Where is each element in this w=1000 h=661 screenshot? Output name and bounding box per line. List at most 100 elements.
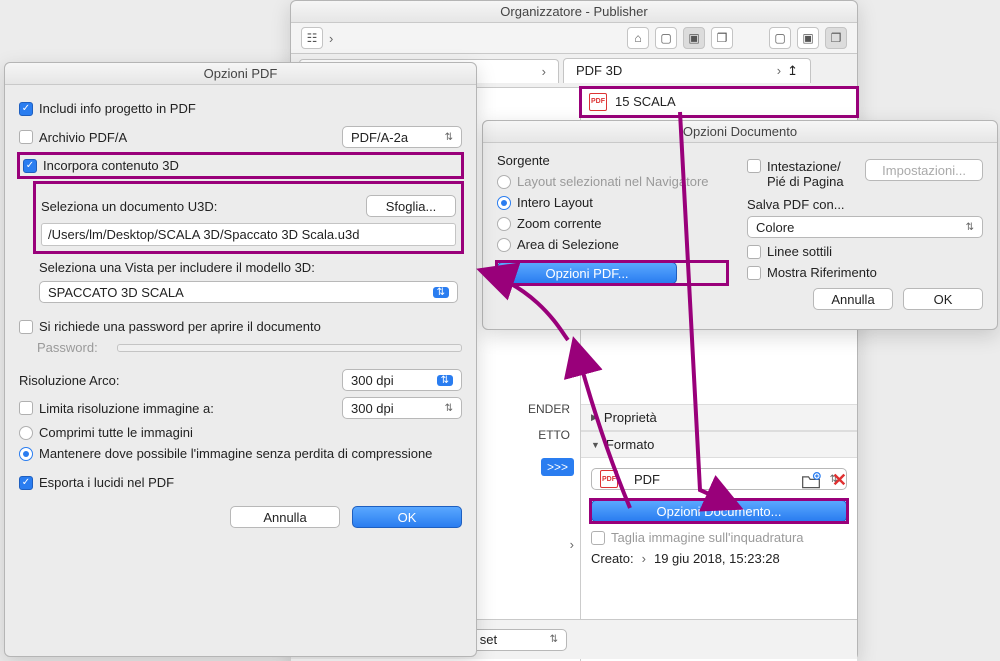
include-project-checkbox[interactable]: ✓ — [19, 102, 33, 116]
header-footer-checkbox[interactable] — [747, 159, 761, 173]
opzpdf-cancel-button[interactable]: Annulla — [230, 506, 340, 528]
select-view-label: Seleziona una Vista per includere il mod… — [39, 260, 458, 275]
settings-button[interactable]: Impostazioni... — [865, 159, 983, 181]
password-req-label: Si richiede una password per aprire il d… — [39, 319, 321, 334]
triangle-right-icon: ▶ — [591, 412, 598, 423]
limit-res-checkbox[interactable] — [19, 401, 33, 415]
chevron-right-icon[interactable]: › — [570, 537, 574, 552]
pdfa-select[interactable]: PDF/A-2a ⇅ — [342, 126, 462, 148]
browse-button[interactable]: Sfoglia... — [366, 195, 456, 217]
opzioni-documento-button[interactable]: Opzioni Documento... — [591, 500, 847, 522]
compress-all-label: Comprimi tutte le immagini — [39, 425, 193, 440]
limit-res-select[interactable]: 300 dpi ⇅ — [342, 397, 462, 419]
thin-lines-label: Linee sottili — [767, 244, 832, 259]
lossless-label: Mantenere dove possibile l'immagine senz… — [39, 446, 432, 461]
chevron-right-icon: › — [642, 551, 646, 566]
password-checkbox[interactable] — [19, 320, 33, 334]
triangle-down-icon: ▼ — [591, 440, 600, 450]
tab-right[interactable]: PDF 3D › ↥ — [563, 58, 811, 83]
updown-caret-icon: ⇅ — [966, 222, 974, 233]
limit-res-value: 300 dpi — [351, 401, 394, 416]
section-properties-label: Proprietà — [604, 410, 657, 425]
tab-right-label: PDF 3D — [576, 63, 622, 79]
stub-row: ENDER — [528, 402, 570, 416]
section-properties[interactable]: ▶ Proprietà — [581, 404, 857, 431]
opzioni-pdf-button[interactable]: Opzioni PDF... — [497, 262, 677, 284]
arc-res-value: 300 dpi — [351, 373, 394, 388]
stub-row-selected[interactable]: >>> — [541, 458, 574, 476]
color-value: Colore — [756, 220, 794, 235]
pdfa-checkbox[interactable] — [19, 130, 33, 144]
page2-icon[interactable]: ▢ — [769, 27, 791, 49]
stub-row: ETTO — [538, 428, 570, 442]
created-value: 19 giu 2018, 15:23:28 — [654, 551, 780, 566]
export-layers-checkbox[interactable]: ✓ — [19, 476, 33, 490]
u3d-path-input[interactable]: /Users/lm/Desktop/SCALA 3D/Spaccato 3D S… — [41, 223, 456, 246]
updown-caret-icon: ⇅ — [437, 375, 453, 386]
organizer-title: Organizzatore - Publisher — [291, 1, 857, 23]
radio-layouts-nav[interactable] — [497, 175, 511, 189]
pdf-item-row[interactable]: PDF 15 SCALA — [581, 88, 857, 116]
tree-mode-icon[interactable]: ☷ — [301, 27, 323, 49]
radio-whole-layout[interactable] — [497, 196, 511, 210]
radio-selection-area[interactable] — [497, 238, 511, 252]
section-format-label: Formato — [606, 437, 654, 452]
up-arrow-icon[interactable]: ↥ — [787, 63, 798, 79]
chevron-right-icon: › — [329, 31, 333, 46]
radio-current-zoom[interactable] — [497, 217, 511, 231]
limit-res-label: Limita risoluzione immagine a: — [39, 401, 214, 416]
password-input[interactable] — [117, 344, 462, 352]
opzpdf-title: Opzioni PDF — [5, 63, 476, 85]
created-label: Creato: — [591, 551, 634, 566]
format-value: PDF — [634, 472, 660, 487]
copies2-icon[interactable]: ❐ — [825, 27, 847, 49]
view-value: SPACCATO 3D SCALA — [48, 285, 184, 300]
new-folder-plus-icon[interactable] — [800, 471, 822, 491]
copies-icon[interactable]: ❐ — [711, 27, 733, 49]
opzpdf-ok-button[interactable]: OK — [352, 506, 462, 528]
radio-lossless[interactable] — [19, 447, 33, 461]
export-layers-label: Esporta i lucidi nel PDF — [39, 475, 174, 490]
opzioni-pdf-window: Opzioni PDF ✓ Includi info progetto in PD… — [4, 62, 477, 657]
pdfa-value: PDF/A-2a — [351, 130, 408, 145]
pdf-item-label: 15 SCALA — [615, 94, 676, 109]
section-format[interactable]: ▼ Formato — [581, 431, 857, 458]
organizer-toolbar: ☷ › ⌂ ▢ ▣ ❐ ▢ ▣ ❐ — [291, 23, 857, 54]
updown-caret-icon: ⇅ — [445, 132, 453, 143]
stack-icon[interactable]: ▣ — [683, 27, 705, 49]
header-footer-label: Intestazione/ Pié di Pagina — [767, 159, 844, 189]
color-select[interactable]: Colore ⇅ — [747, 216, 983, 238]
home-icon[interactable]: ⌂ — [627, 27, 649, 49]
password-label: Password: — [37, 340, 117, 355]
layouts-nav-label: Layout selezionati nel Navigatore — [517, 174, 709, 189]
show-ref-checkbox[interactable] — [747, 266, 761, 280]
opzdoc-cancel-button[interactable]: Annulla — [813, 288, 893, 310]
page-icon[interactable]: ▢ — [655, 27, 677, 49]
view-select[interactable]: SPACCATO 3D SCALA ⇅ — [39, 281, 458, 303]
save-pdf-as-label: Salva PDF con... — [747, 197, 983, 212]
chevron-right-icon: › — [777, 63, 781, 79]
crop-label: Taglia immagine sull'inquadratura — [611, 530, 804, 545]
updown-caret-icon: ⇅ — [550, 634, 558, 645]
pdfa-label: Archivio PDF/A — [39, 130, 127, 145]
opzioni-documento-window: Opzioni Documento Sorgente Layout selezi… — [482, 120, 998, 330]
select-u3d-label: Seleziona un documento U3D: — [41, 199, 217, 214]
include-project-label: Includi info progetto in PDF — [39, 101, 196, 116]
opzdoc-ok-button[interactable]: OK — [903, 288, 983, 310]
stack2-icon[interactable]: ▣ — [797, 27, 819, 49]
pdf-icon: PDF — [589, 93, 607, 111]
embed-3d-checkbox[interactable]: ✓ — [23, 159, 37, 173]
arc-res-label: Risoluzione Arco: — [19, 373, 119, 388]
pdf-icon: PDF — [600, 470, 618, 488]
thin-lines-checkbox[interactable] — [747, 245, 761, 259]
embed-3d-label: Incorpora contenuto 3D — [43, 158, 179, 173]
radio-compress-all[interactable] — [19, 426, 33, 440]
crop-checkbox[interactable] — [591, 531, 605, 545]
updown-caret-icon: ⇅ — [445, 403, 453, 414]
show-ref-label: Mostra Riferimento — [767, 265, 877, 280]
arc-res-select[interactable]: 300 dpi ⇅ — [342, 369, 462, 391]
source-label: Sorgente — [497, 153, 727, 168]
close-icon[interactable]: ✕ — [832, 470, 847, 491]
updown-caret-icon: ⇅ — [433, 287, 449, 298]
chevron-right-icon: › — [542, 64, 546, 79]
